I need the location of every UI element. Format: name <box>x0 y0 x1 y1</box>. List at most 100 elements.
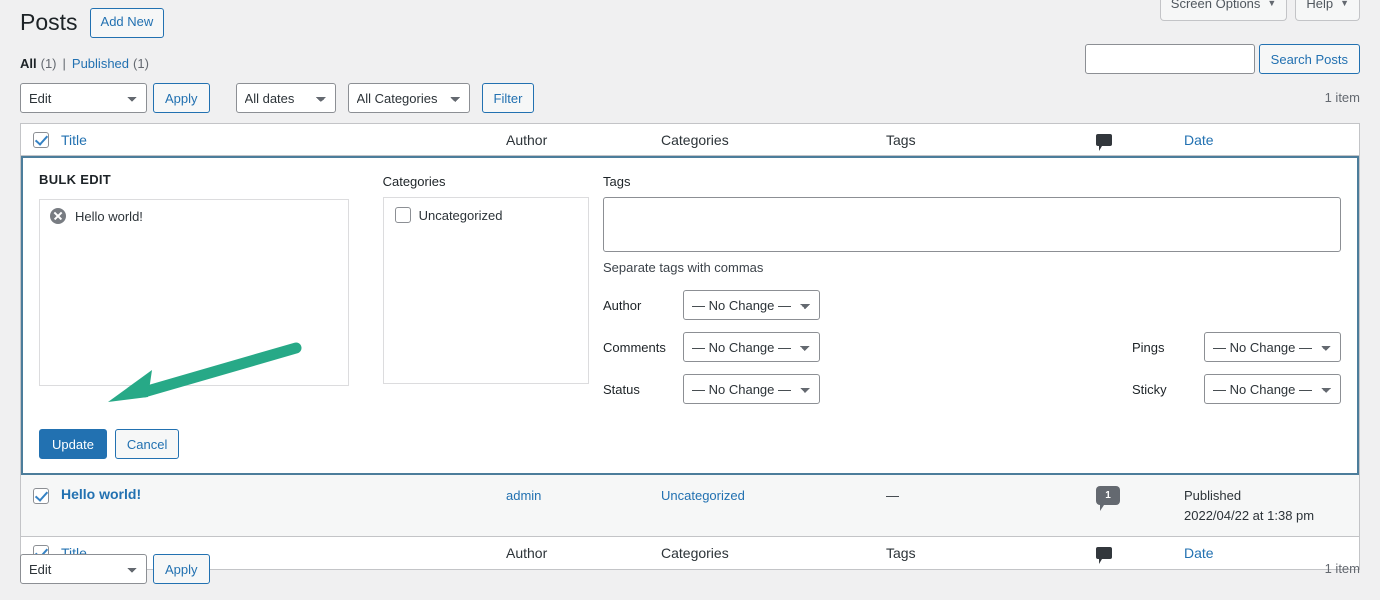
post-status-text: Published <box>1184 486 1354 506</box>
row-comments-cell: 1 <box>1096 486 1184 505</box>
table-row: Hello world! admin Uncategorized — 1 Pub… <box>21 475 1359 537</box>
bulk-edit-fields: Author — No Change — Comments — No Chang… <box>603 291 1341 403</box>
page-title: Posts <box>20 8 78 38</box>
bulk-edit-right-column: Tags Separate tags with commas Author — … <box>603 199 1341 417</box>
category-label-uncategorized: Uncategorized <box>419 208 503 223</box>
select-all-checkbox-top[interactable] <box>33 132 49 148</box>
comment-count-badge[interactable]: 1 <box>1096 486 1120 505</box>
table-footer-row: Title Author Categories Tags Date <box>21 537 1359 569</box>
row-categories-cell: Uncategorized <box>661 486 886 506</box>
tablenav-top: Edit Apply All dates All Categories Filt… <box>20 83 534 113</box>
post-category-link[interactable]: Uncategorized <box>661 488 745 503</box>
bulk-edit-author-select[interactable]: — No Change — <box>683 290 820 320</box>
update-button[interactable]: Update <box>39 429 107 459</box>
bulk-edit-tags-textarea[interactable] <box>603 197 1341 252</box>
column-date-link-bottom[interactable]: Date <box>1184 545 1214 561</box>
bulk-edit-status-label: Status <box>603 382 683 397</box>
cancel-button[interactable]: Cancel <box>115 429 179 459</box>
comment-icon <box>1096 547 1112 559</box>
date-filter-select[interactable]: All dates <box>236 83 336 113</box>
bulk-edit-author-label: Author <box>603 298 683 313</box>
bulk-action-select-top[interactable]: Edit <box>20 83 147 113</box>
bulk-edit-comments-select[interactable]: — No Change — <box>683 332 820 362</box>
column-header-comments-top <box>1096 134 1184 146</box>
category-checkbox-uncategorized[interactable] <box>395 207 411 223</box>
select-all-cell-top <box>21 132 61 148</box>
row-title-cell: Hello world! <box>61 486 506 502</box>
bulk-edit-tags-label: Tags <box>603 175 1341 188</box>
column-header-date-bottom: Date <box>1184 546 1354 560</box>
wp-posts-admin-screen: Screen Options ▼ Help ▼ Posts Add New Al… <box>0 0 1380 600</box>
add-new-post-button[interactable]: Add New <box>90 8 165 38</box>
bulk-apply-button-bottom[interactable]: Apply <box>153 554 210 584</box>
bulk-edit-categories-label: Categories <box>383 175 589 188</box>
row-tags-cell: — <box>886 486 1096 506</box>
search-input[interactable] <box>1085 44 1255 74</box>
bulk-edit-status-select[interactable]: — No Change — <box>683 374 820 404</box>
status-links-separator: | <box>63 56 66 71</box>
bulk-edit-titles-box: Hello world! <box>39 199 349 386</box>
column-header-date-top: Date <box>1184 133 1354 147</box>
bulk-edit-status-row: Status — No Change — Sticky — No Change … <box>603 375 1341 403</box>
bulk-edit-pings-select[interactable]: — No Change — <box>1204 332 1341 362</box>
bulk-edit-actions: Update Cancel <box>39 419 1341 473</box>
search-submit-button[interactable]: Search Posts <box>1259 44 1360 74</box>
bulk-edit-sticky-select[interactable]: — No Change — <box>1204 374 1341 404</box>
column-header-title-top: Title <box>61 133 506 147</box>
bulk-edit-author-row: Author — No Change — <box>603 291 1341 319</box>
page-header: Posts Add New <box>20 8 164 38</box>
bulk-edit-title-item: Hello world! <box>50 208 338 224</box>
bulk-edit-titles-column: Hello world! <box>39 199 349 386</box>
bulk-edit-sticky-label: Sticky <box>1132 382 1204 397</box>
bulk-edit-tags-help: Separate tags with commas <box>603 260 1341 275</box>
bulk-edit-categories-column: Categories Uncategorized <box>383 199 589 384</box>
search-box: Search Posts <box>1085 44 1360 74</box>
screen-options-label: Screen Options <box>1171 0 1261 14</box>
status-count-published: (1) <box>133 56 149 71</box>
category-checkbox-item: Uncategorized <box>395 207 577 223</box>
column-header-categories-bottom: Categories <box>661 546 886 560</box>
bulk-edit-categories-box: Uncategorized <box>383 197 589 384</box>
status-link-all[interactable]: All <box>20 56 37 71</box>
bulk-edit-title-label: Hello world! <box>75 209 143 224</box>
column-title-link[interactable]: Title <box>61 132 87 148</box>
column-header-categories-top: Categories <box>661 133 886 147</box>
bulk-edit-panel: BULK EDIT Hello world! Categories <box>21 156 1359 475</box>
status-count-all: (1) <box>41 56 57 71</box>
table-header-row: Title Author Categories Tags Date <box>21 124 1359 156</box>
displaying-num-bottom: 1 item <box>1325 561 1360 576</box>
row-checkbox[interactable] <box>33 488 49 504</box>
post-date-text: 2022/04/22 at 1:38 pm <box>1184 506 1354 526</box>
help-button[interactable]: Help ▼ <box>1295 0 1360 21</box>
chevron-down-icon: ▼ <box>1267 0 1276 11</box>
tablenav-bottom: Edit Apply <box>20 554 210 584</box>
post-author-link[interactable]: admin <box>506 488 541 503</box>
displaying-num-top: 1 item <box>1325 90 1360 105</box>
screen-meta-links: Screen Options ▼ Help ▼ <box>1160 0 1360 21</box>
category-filter-select[interactable]: All Categories <box>348 83 470 113</box>
remove-circle-icon[interactable] <box>50 208 66 224</box>
column-header-tags-bottom: Tags <box>886 546 1096 560</box>
bulk-action-select-bottom[interactable]: Edit <box>20 554 147 584</box>
column-header-author-bottom: Author <box>506 546 661 560</box>
posts-table: Title Author Categories Tags Date BULK E… <box>20 123 1360 570</box>
status-link-published[interactable]: Published <box>72 56 129 71</box>
row-author-cell: admin <box>506 486 661 506</box>
column-header-comments-bottom <box>1096 547 1184 559</box>
bulk-edit-comments-label: Comments <box>603 340 683 355</box>
comment-icon <box>1096 134 1112 146</box>
bulk-edit-pings-label: Pings <box>1132 340 1204 355</box>
chevron-down-icon: ▼ <box>1340 0 1349 11</box>
filter-button[interactable]: Filter <box>482 83 535 113</box>
column-header-author-top: Author <box>506 133 661 147</box>
row-date-cell: Published 2022/04/22 at 1:38 pm <box>1184 486 1354 525</box>
row-select-cell <box>21 486 61 504</box>
post-status-filter-links: All (1) | Published (1) <box>20 56 149 71</box>
bulk-apply-button-top[interactable]: Apply <box>153 83 210 113</box>
bulk-edit-comments-row: Comments — No Change — Pings — No Change… <box>603 333 1341 361</box>
post-title-link[interactable]: Hello world! <box>61 486 141 502</box>
column-date-link[interactable]: Date <box>1184 132 1214 148</box>
help-label: Help <box>1306 0 1333 14</box>
screen-options-button[interactable]: Screen Options ▼ <box>1160 0 1288 21</box>
column-header-tags-top: Tags <box>886 133 1096 147</box>
